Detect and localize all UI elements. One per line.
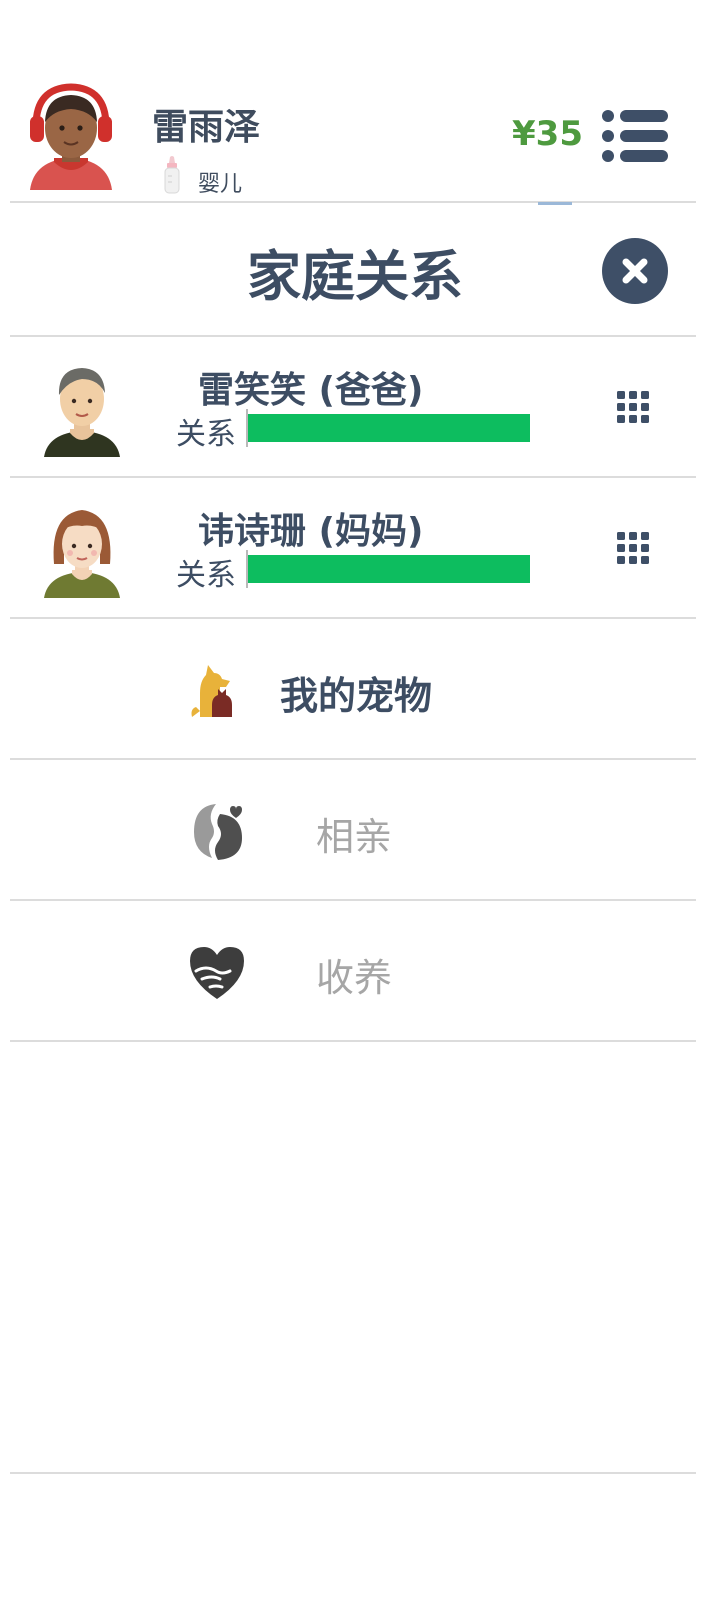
adopt-button[interactable]: 收养	[10, 901, 696, 1041]
relative-row-mother[interactable]: 讳诗珊 (妈妈) 关系	[10, 478, 696, 618]
relationship-bar-fill	[246, 555, 530, 583]
relationship-bar	[246, 414, 530, 442]
father-avatar	[42, 359, 122, 459]
money-balance: ¥35	[512, 114, 583, 154]
my-pets-button[interactable]: 我的宠物	[10, 619, 696, 759]
adopt-heart-icon	[186, 941, 248, 1003]
grid-dots-icon	[617, 391, 649, 423]
row-divider	[10, 1040, 696, 1042]
relationship-bar-fill	[246, 414, 530, 442]
action-label: 我的宠物	[280, 674, 433, 718]
relative-row-father[interactable]: 雷笑笑 (爸爸) 关系	[10, 337, 696, 477]
relative-name: 雷笑笑 (爸爸)	[198, 370, 424, 411]
relationship-bar-start-tick	[246, 409, 248, 447]
grid-dots-icon	[617, 532, 649, 564]
dating-button[interactable]: 相亲	[10, 760, 696, 900]
relative-options-button[interactable]	[616, 390, 650, 424]
relationship-label: 关系	[176, 558, 236, 593]
action-label: 相亲	[316, 815, 393, 859]
mother-avatar	[42, 500, 122, 600]
life-stage-label: 婴儿	[198, 172, 243, 197]
player-avatar	[26, 82, 116, 192]
player-name: 雷雨泽	[152, 107, 261, 148]
pet-icon	[186, 659, 248, 721]
header-accent	[538, 202, 572, 205]
relative-options-button[interactable]	[616, 531, 650, 565]
relationship-label: 关系	[176, 417, 236, 452]
list-menu-icon	[602, 110, 668, 162]
relationship-bar	[246, 555, 530, 583]
baby-bottle-icon	[162, 156, 182, 194]
relative-name: 讳诗珊 (妈妈)	[198, 511, 424, 552]
dating-icon	[186, 800, 248, 862]
menu-button[interactable]	[600, 108, 670, 164]
footer-divider	[10, 1472, 696, 1474]
close-icon	[622, 258, 648, 284]
header-divider	[10, 201, 696, 203]
action-label: 收养	[316, 956, 393, 1000]
relationship-bar-start-tick	[246, 550, 248, 588]
close-button[interactable]	[602, 238, 668, 304]
